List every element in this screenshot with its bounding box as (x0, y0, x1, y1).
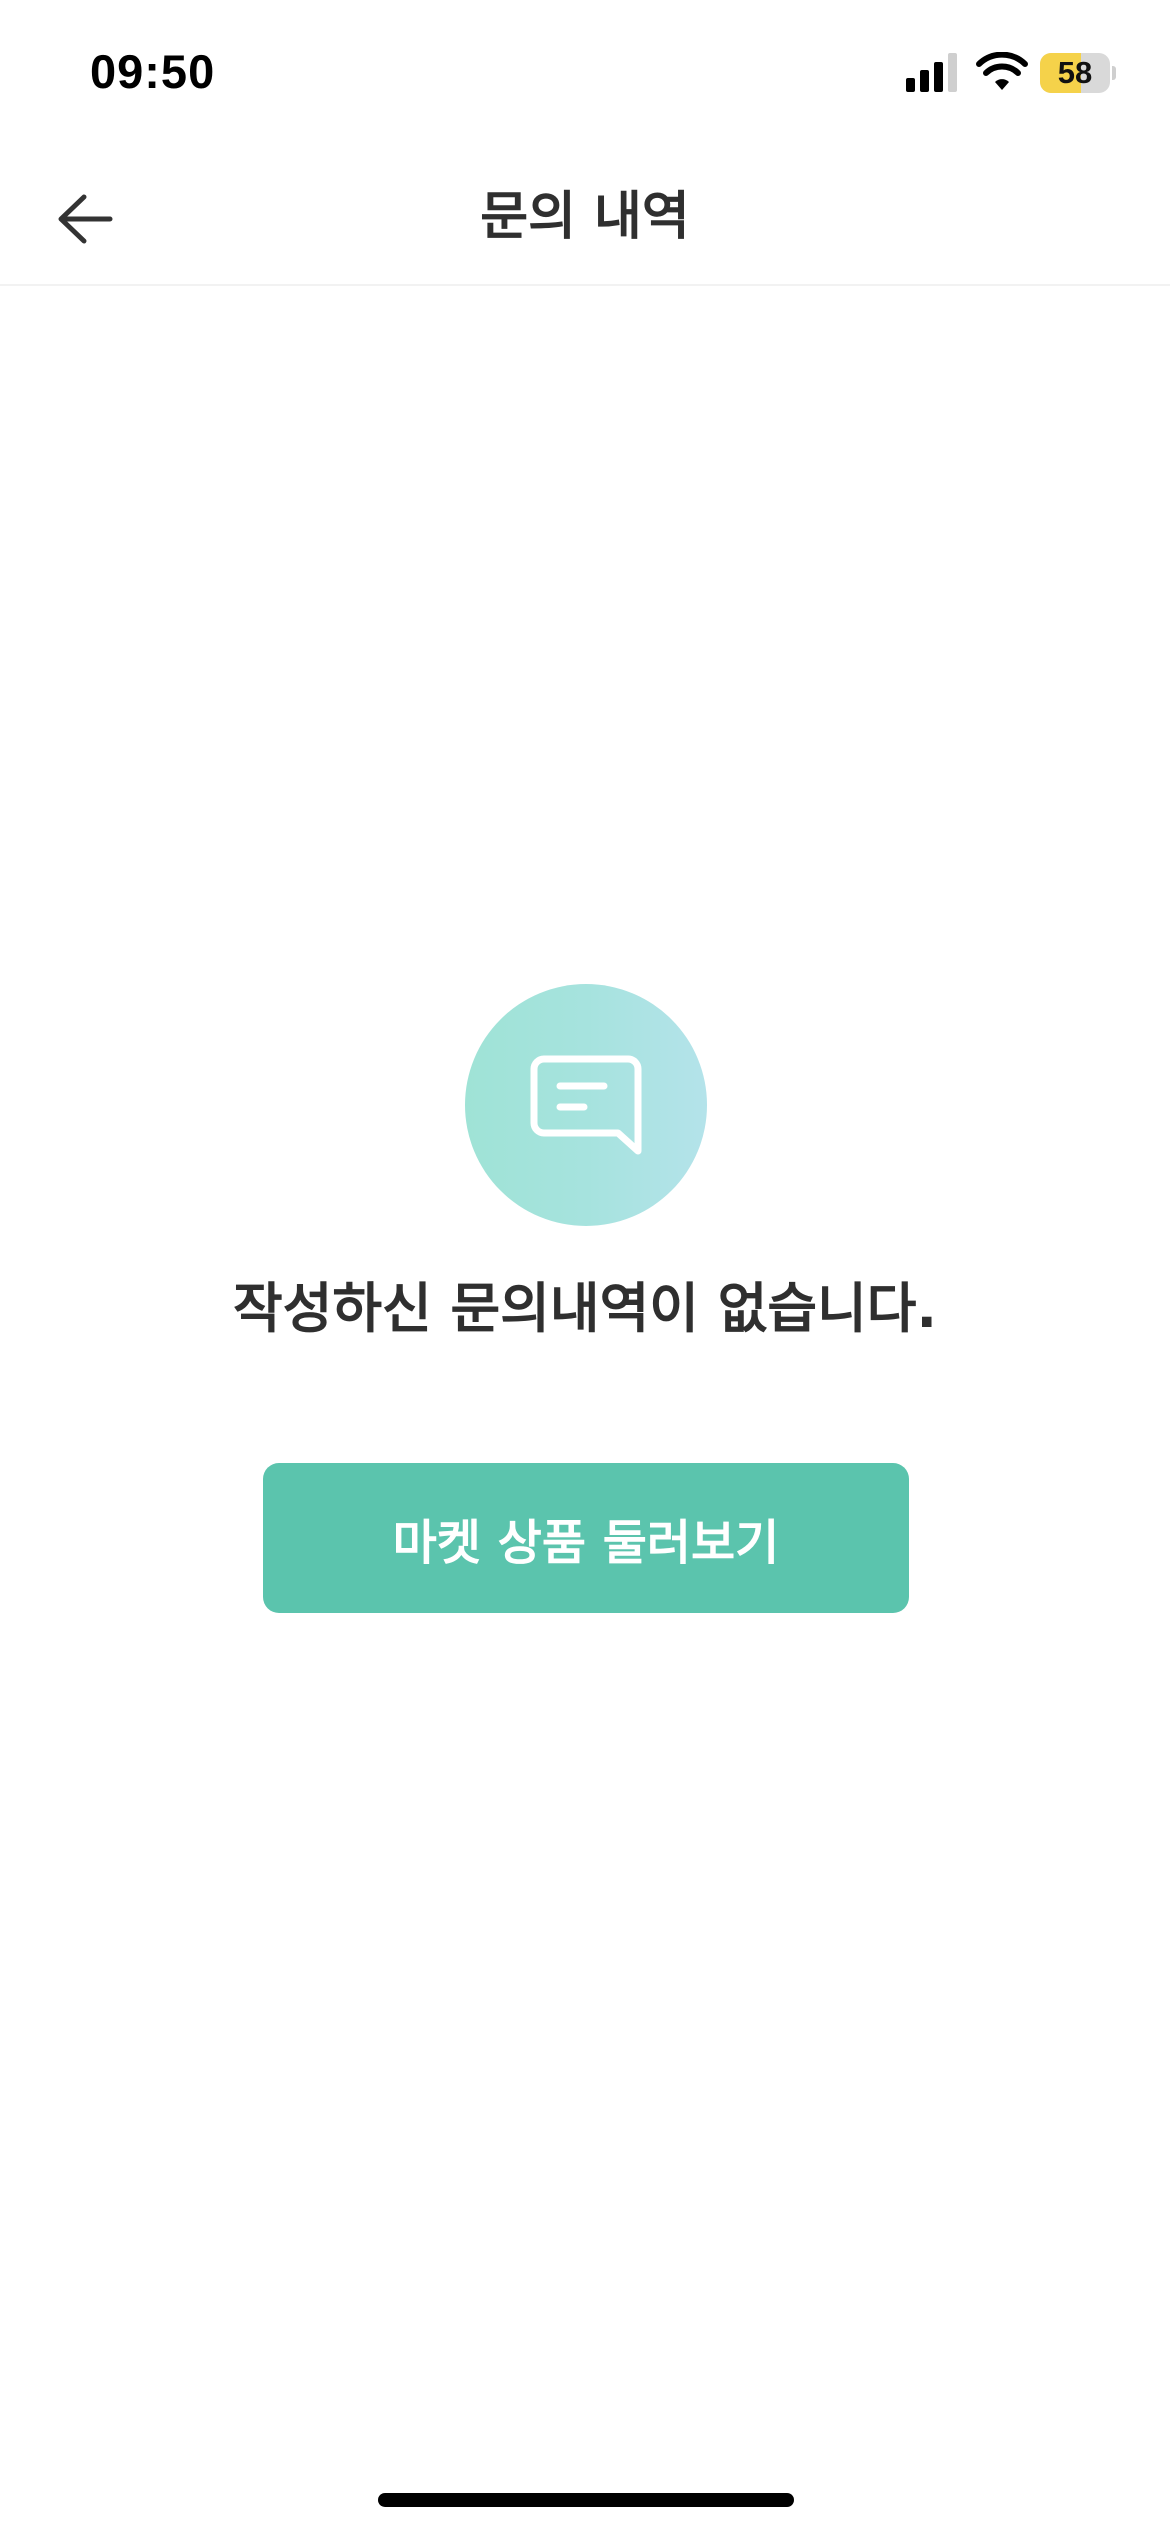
battery-cap (1112, 66, 1116, 80)
browse-market-button-label: 마켓 상품 둘러보기 (392, 1515, 780, 1571)
cellular-signal-icon (906, 53, 957, 92)
status-bar: 09:50 58 (0, 0, 1170, 150)
back-button[interactable] (40, 174, 130, 264)
home-indicator (378, 2493, 794, 2507)
empty-icon-circle (465, 984, 707, 1226)
wifi-icon (976, 52, 1028, 90)
page-title: 문의 내역 (480, 187, 690, 247)
status-time: 09:50 (90, 45, 216, 98)
empty-message: 작성하신 문의내역이 없습니다. (233, 1277, 937, 1340)
battery-level: 58 (1057, 55, 1093, 90)
arrow-left-icon (58, 194, 113, 244)
browse-market-button[interactable]: 마켓 상품 둘러보기 (263, 1463, 909, 1613)
chat-bubble-icon (530, 1055, 642, 1155)
nav-bar: 문의 내역 (0, 150, 1170, 286)
battery-icon: 58 (1040, 53, 1116, 93)
battery-body: 58 (1040, 53, 1110, 93)
